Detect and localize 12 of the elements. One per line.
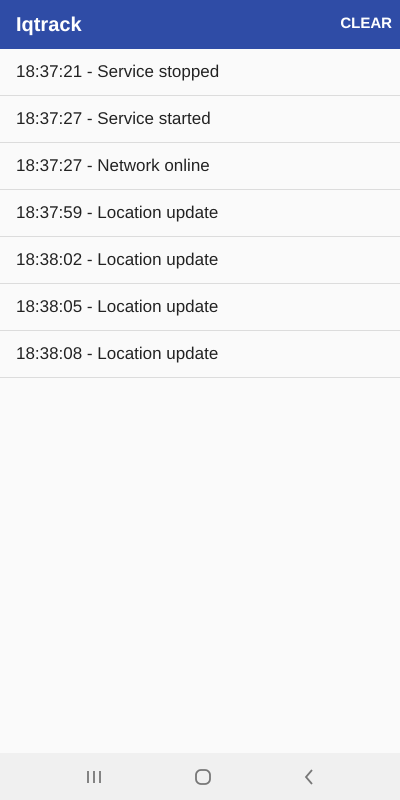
log-entry: 18:38:08 - Location update — [16, 343, 218, 366]
log-entry: 18:38:02 - Location update — [16, 249, 218, 272]
clear-button[interactable]: CLEAR — [340, 5, 392, 44]
recent-apps-icon[interactable] — [86, 770, 102, 784]
log-entry: 18:37:59 - Location update — [16, 202, 218, 224]
log-entry: 18:37:21 - Service stopped — [16, 61, 220, 84]
home-icon[interactable] — [194, 768, 211, 784]
back-icon[interactable] — [304, 768, 314, 784]
log-entry: 18:37:27 - Service started — [16, 108, 211, 130]
log-entry: 18:37:27 - Network online — [16, 155, 210, 178]
app-title: Iqtrack — [16, 12, 82, 38]
log-entry: 18:38:05 - Location update — [16, 296, 218, 318]
